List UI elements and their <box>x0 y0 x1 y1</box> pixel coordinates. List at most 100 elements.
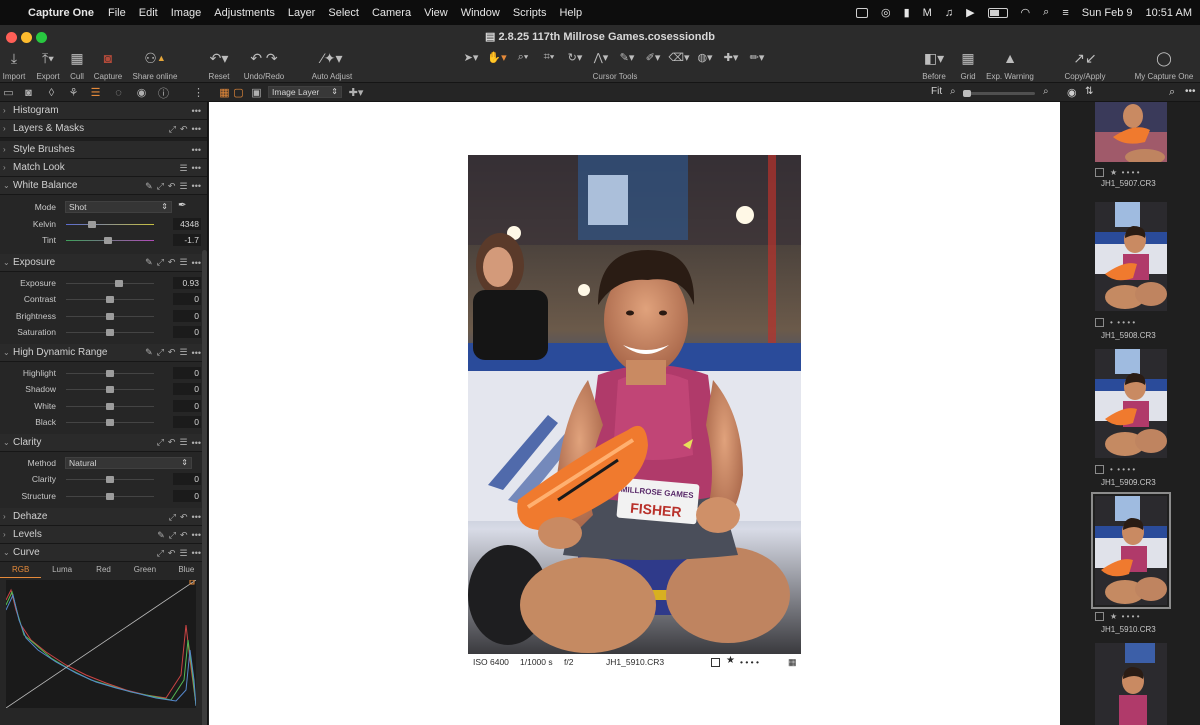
rotate-cursor-icon[interactable]: ↻▾ <box>564 49 586 65</box>
curve-tab-blue[interactable]: Blue <box>166 562 207 578</box>
menu-adjustments[interactable]: Adjustments <box>214 7 275 19</box>
white-balance-header[interactable]: ⌄ White Balance ✎ ⤢ ↶ ☰ ••• <box>0 177 207 195</box>
add-layer-icon[interactable]: ✚▾ <box>346 85 366 100</box>
exposure-adjust-slider[interactable] <box>66 329 154 336</box>
more-icon[interactable]: ••• <box>192 258 201 268</box>
status-play-icon[interactable]: ▶ <box>966 6 974 19</box>
hdr-adjust-value[interactable]: 0 <box>173 366 201 379</box>
zoom-slider[interactable] <box>963 90 1035 97</box>
more-icon[interactable]: ••• <box>192 512 201 522</box>
hdr-adjust-slider[interactable] <box>66 419 154 426</box>
more-icon[interactable]: ••• <box>192 145 201 155</box>
slider-knob[interactable] <box>106 296 114 303</box>
more-icon[interactable]: ••• <box>192 548 201 558</box>
menu-scripts[interactable]: Scripts <box>513 7 547 19</box>
curve-tab-green[interactable]: Green <box>124 562 165 578</box>
slider-knob[interactable] <box>106 476 114 483</box>
thumbnail-jh1-5910[interactable]: ★ • • • • JH1_5910.CR3 <box>1091 492 1171 634</box>
exposure-adjust-value[interactable]: 0.93 <box>173 276 201 289</box>
more-icon[interactable]: ••• <box>192 530 201 540</box>
levels-header[interactable]: › Levels ✎ ⤢ ↶ ••• <box>0 526 207 544</box>
list-icon[interactable]: ☰ <box>179 347 187 358</box>
more-icon[interactable]: ••• <box>192 106 201 116</box>
zoom-in-icon[interactable]: ⌕ <box>1043 86 1049 97</box>
mask-cursor-icon[interactable]: ◍▾ <box>694 49 716 65</box>
menubar-date[interactable]: Sun Feb 9 <box>1082 7 1133 19</box>
curve-header[interactable]: ⌄ Curve ⤢ ↶ ☰ ••• <box>0 544 207 562</box>
my-capture-one-button[interactable]: ◯ My Capture One <box>1132 47 1196 82</box>
exposure-header[interactable]: ⌄ Exposure ✎ ⤢ ↶ ☰ ••• <box>0 253 207 272</box>
status-sync-icon[interactable]: ◎ <box>881 6 891 19</box>
adjustments-tab-icon[interactable]: ◉ <box>133 85 150 100</box>
thumb-rating-dots[interactable]: • • • • <box>1122 168 1140 177</box>
menu-camera[interactable]: Camera <box>372 7 411 19</box>
search-icon[interactable]: ⌕ <box>1169 86 1175 99</box>
export-button[interactable]: ⤒▾ Export <box>33 47 63 82</box>
battery-icon[interactable] <box>987 7 1008 18</box>
import-button[interactable]: ⤓ Import <box>0 47 28 82</box>
zoom-slider-knob[interactable] <box>963 90 971 97</box>
slider-knob[interactable] <box>104 237 113 244</box>
eye-icon[interactable]: ◉ <box>1067 86 1077 99</box>
pencil-icon[interactable]: ✎ <box>145 257 153 268</box>
pencil-icon[interactable]: ✎ <box>157 530 165 541</box>
zoom-out-icon[interactable]: ⌕ <box>950 86 956 97</box>
menu-layer[interactable]: Layer <box>288 7 316 19</box>
clarity-header[interactable]: ⌄ Clarity ⤢ ↶ ☰ ••• <box>0 433 207 452</box>
wb-mode-select[interactable]: Shot ⇕ <box>65 201 172 213</box>
menu-edit[interactable]: Edit <box>139 7 158 19</box>
status-mail-icon[interactable]: M <box>923 7 932 19</box>
expand-icon[interactable]: ⤢ <box>169 512 176 523</box>
clarity-adjust-slider[interactable] <box>66 492 154 500</box>
histogram-header[interactable]: › Histogram ••• <box>0 102 207 120</box>
status-display-icon[interactable] <box>855 7 868 18</box>
metadata-tab-icon[interactable]: ⓘ <box>155 85 172 100</box>
menu-window[interactable]: Window <box>461 7 500 19</box>
thumb-rating-star[interactable]: ★ <box>1110 612 1117 621</box>
eraser-cursor-icon[interactable]: ⌫▾ <box>668 49 690 65</box>
reset-button[interactable]: ↶▾ Reset <box>204 47 234 82</box>
pencil-icon[interactable]: ✎ <box>145 181 153 192</box>
slider-knob[interactable] <box>88 220 97 228</box>
library-tab-icon[interactable]: ▭ <box>0 85 17 100</box>
thumb-checkbox[interactable] <box>1095 464 1104 474</box>
layers-masks-header[interactable]: › Layers & Masks ⤢ ↶ ••• <box>0 120 207 138</box>
more-icon[interactable]: ••• <box>192 124 201 134</box>
exposure-tab-icon[interactable]: ☰ <box>87 85 104 100</box>
thumbnail-jh1-5909[interactable]: • • • • • JH1_5909.CR3 <box>1095 349 1167 487</box>
proof-view-icon[interactable]: ▣ <box>248 85 265 100</box>
slider-knob[interactable] <box>106 386 114 393</box>
exposure-adjust-slider[interactable] <box>66 279 154 287</box>
layer-select[interactable]: Image Layer ⇕ <box>268 86 342 98</box>
slider-knob[interactable] <box>114 279 123 287</box>
menu-image[interactable]: Image <box>171 7 202 19</box>
wifi-icon[interactable]: ◠ <box>1021 6 1031 19</box>
status-headphones-icon[interactable]: ♫ <box>945 7 953 19</box>
thumb-checkbox[interactable] <box>1095 317 1104 327</box>
clarity-method-select[interactable]: Natural ⇕ <box>65 456 192 469</box>
list-icon[interactable]: ☰ <box>179 163 187 174</box>
menu-file[interactable]: File <box>108 7 126 19</box>
auto-adjust-button[interactable]: ⁄✦▾ Auto Adjust <box>308 47 356 82</box>
color-tab-icon[interactable]: ⚘ <box>65 85 82 100</box>
thumb-checkbox[interactable] <box>1095 167 1104 177</box>
hdr-adjust-value[interactable]: 0 <box>173 383 201 396</box>
copy-apply-button[interactable]: ↗↙ Copy/Apply <box>1062 47 1108 82</box>
clarity-adjust-value[interactable]: 0 <box>173 473 201 486</box>
grid-button[interactable]: ▦ Grid <box>957 47 979 82</box>
crop-cursor-icon[interactable]: ⌗▾ <box>538 49 560 65</box>
exposure-adjust-slider[interactable] <box>66 296 154 303</box>
annotate-cursor-icon[interactable]: ✏▾ <box>746 49 768 65</box>
more-icon[interactable]: ••• <box>192 348 201 358</box>
style-brushes-header[interactable]: › Style Brushes ••• <box>0 141 207 159</box>
reset-icon[interactable]: ↶ <box>168 347 176 358</box>
list-icon[interactable]: ☰ <box>179 257 187 268</box>
capture-tab-icon[interactable]: ◙ <box>20 85 37 100</box>
select-checkbox[interactable] <box>711 658 720 667</box>
clarity-adjust-value[interactable]: 0 <box>173 489 201 502</box>
match-look-header[interactable]: › Match Look ☰ ••• <box>0 159 207 177</box>
control-center-icon[interactable]: ≡ <box>1062 7 1068 19</box>
hdr-adjust-slider[interactable] <box>66 369 154 377</box>
loupe-cursor-icon[interactable]: ⌕▾ <box>512 49 534 65</box>
more-icon[interactable]: ••• <box>192 181 201 191</box>
